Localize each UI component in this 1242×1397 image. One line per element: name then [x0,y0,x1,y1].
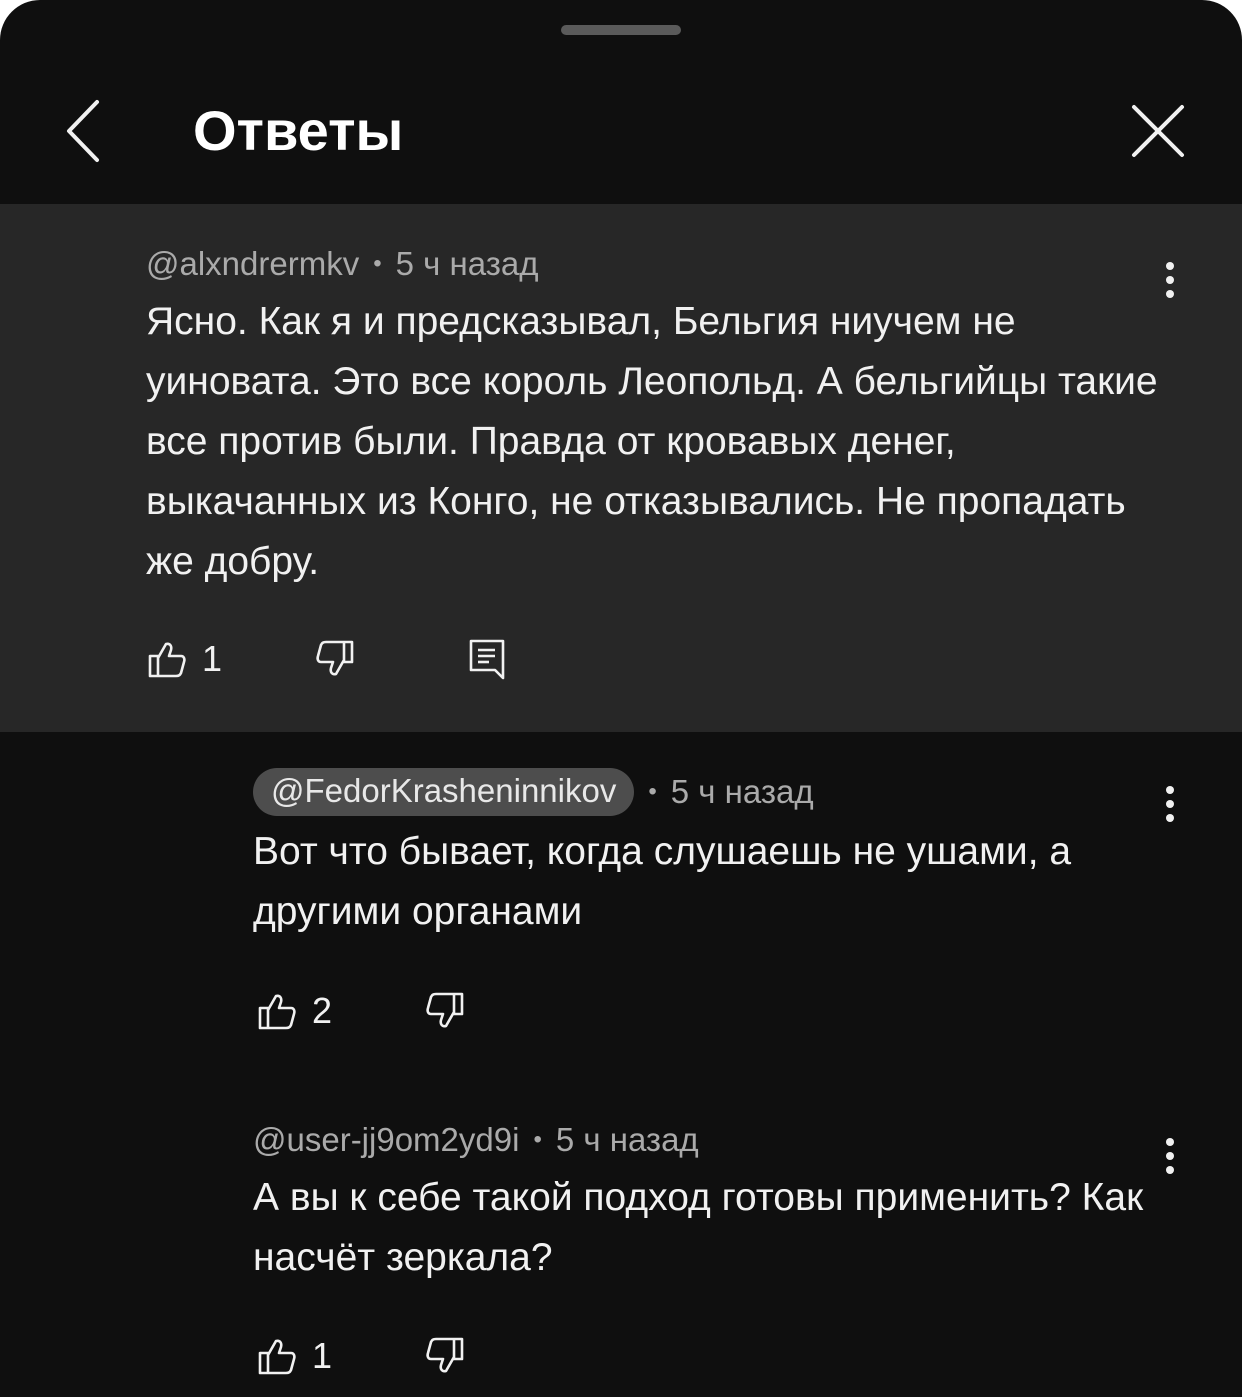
comment-meta: @user-jj9om2yd9i • 5 ч назад [253,1120,1153,1160]
more-vert-icon [1166,1135,1174,1177]
comment-author[interactable]: @user-jj9om2yd9i [253,1120,519,1160]
dislike-button[interactable] [424,1326,466,1386]
reply-icon [469,639,505,680]
like-button[interactable]: 2 [256,981,332,1041]
comment-actions: 2 [256,981,516,1041]
like-count: 1 [202,638,223,679]
replies-sheet: Ответы @alxndrermkv • 5 ч назад Ясно. Ка… [0,0,1242,1397]
comment-actions: 1 [256,1326,516,1386]
comment-meta: @FedorKrasheninnikov • 5 ч назад [253,768,1153,816]
more-options-button[interactable] [1150,1126,1190,1186]
reply-comment: @user-jj9om2yd9i • 5 ч назад А вы к себе… [253,1120,1153,1288]
comment-author[interactable]: @alxndrermkv [146,244,359,284]
comment-actions: 1 [146,629,546,689]
separator-dot: • [373,250,382,277]
like-count: 2 [312,990,333,1031]
chevron-left-icon [67,100,99,162]
comment-text: Вот что бывает, когда слушаешь не ушами,… [253,830,1072,933]
thumb-down-icon [426,992,464,1028]
separator-dot: • [533,1126,542,1153]
dislike-button[interactable] [424,981,466,1041]
comment-text: Ясно. Как я и предсказывал, Бельгия ниуч… [146,300,1158,583]
reply-button[interactable] [466,629,508,689]
more-options-button[interactable] [1150,250,1190,310]
reply-comment: @FedorKrasheninnikov • 5 ч назад Вот что… [253,768,1153,942]
thumb-up-icon [258,994,296,1030]
back-button[interactable] [50,96,120,166]
comment-author-pill[interactable]: @FedorKrasheninnikov [253,768,635,816]
comment-time: 5 ч назад [395,245,539,282]
page-title: Ответы [193,99,404,162]
parent-comment: @alxndrermkv • 5 ч назад Ясно. Как я и п… [0,204,1242,732]
like-count: 1 [312,1335,333,1376]
close-icon [1132,105,1184,157]
header: Ответы [0,60,1242,204]
thumb-down-icon [316,640,354,676]
like-button[interactable]: 1 [256,1326,332,1386]
separator-dot: • [648,778,657,805]
dislike-button[interactable] [314,629,356,689]
more-vert-icon [1166,783,1174,825]
drag-handle[interactable] [561,25,681,35]
comment-time: 5 ч назад [555,1121,699,1158]
comment-content: @alxndrermkv • 5 ч назад Ясно. Как я и п… [146,244,1166,592]
comment-text: А вы к себе такой подход готовы применит… [253,1176,1144,1279]
more-vert-icon [1166,259,1174,301]
thumb-up-icon [258,1339,296,1375]
comment-meta: @alxndrermkv • 5 ч назад [146,244,1166,284]
close-button[interactable] [1120,96,1196,166]
comment-time: 5 ч назад [670,773,814,810]
thumb-up-icon [148,642,186,678]
like-button[interactable]: 1 [146,629,222,689]
more-options-button[interactable] [1150,774,1190,834]
thumb-down-icon [426,1337,464,1373]
